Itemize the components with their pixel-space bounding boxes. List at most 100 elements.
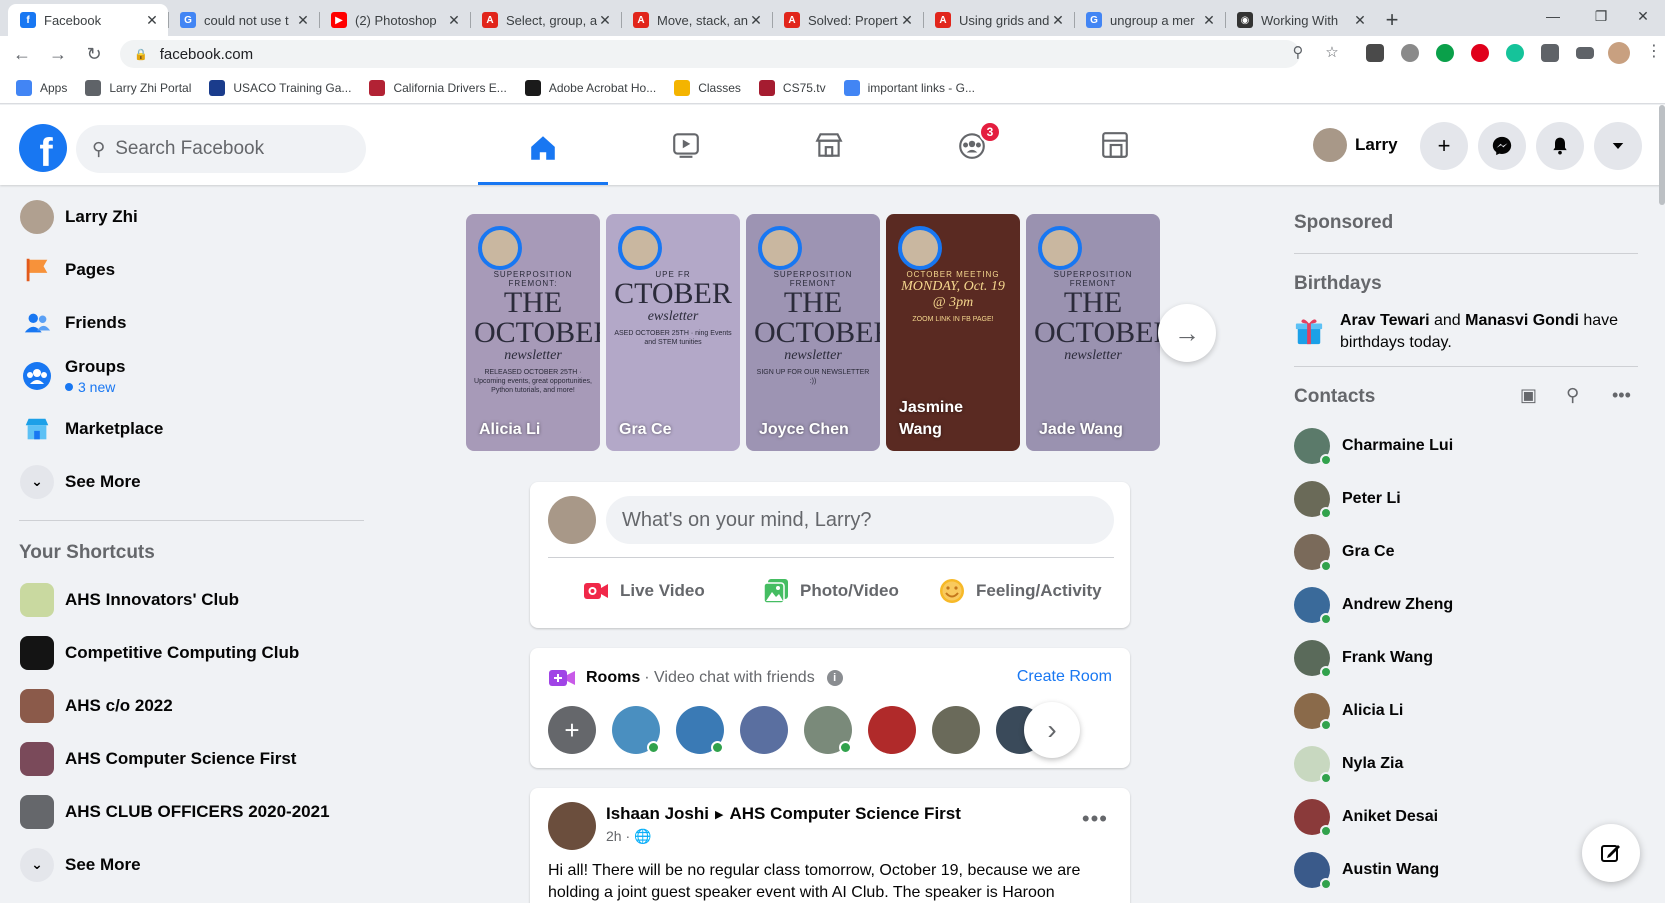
close-tab-icon[interactable]: ✕ xyxy=(1050,12,1066,29)
bookmark-item[interactable]: important links - G... xyxy=(843,79,975,96)
bookmark-item[interactable]: Larry Zhi Portal xyxy=(85,79,191,96)
sidebar-item-friends[interactable]: Friends xyxy=(0,296,380,349)
zoom-icon[interactable]: ⚲ xyxy=(1288,42,1308,62)
shortcut-item[interactable]: AHS Computer Science First xyxy=(0,732,380,785)
sidebar-item-groups[interactable]: Groups 3 new xyxy=(0,349,380,402)
search-input[interactable]: ⚲ Search Facebook xyxy=(76,125,366,173)
room-friend-avatar[interactable] xyxy=(932,706,980,754)
new-tab-button[interactable]: + xyxy=(1376,4,1408,36)
new-message-button[interactable] xyxy=(1582,824,1640,882)
minimize-icon[interactable]: — xyxy=(1530,0,1576,32)
back-icon[interactable]: ← xyxy=(8,40,36,68)
forward-icon[interactable]: → xyxy=(44,40,72,68)
shortcuts-see-more-button[interactable]: ⌄ See More xyxy=(0,838,380,891)
room-friend-avatar[interactable] xyxy=(868,706,916,754)
create-button[interactable]: + xyxy=(1420,122,1468,170)
tab-home[interactable] xyxy=(478,113,608,185)
page-scrollbar[interactable] xyxy=(1659,105,1665,205)
browser-menu-icon[interactable]: ⋮ xyxy=(1646,44,1662,60)
more-options-icon[interactable]: ••• xyxy=(1082,806,1108,832)
contact-item[interactable]: Charmaine Lui xyxy=(1294,419,1644,472)
create-room-plus-button[interactable]: + xyxy=(548,706,596,754)
bookmark-item[interactable]: California Drivers E... xyxy=(369,79,507,96)
sidebar-item-profile[interactable]: Larry Zhi xyxy=(0,190,380,243)
bookmark-item[interactable]: Adobe Acrobat Ho... xyxy=(524,79,656,96)
shortcut-item[interactable]: AHS Innovators' Club xyxy=(0,573,380,626)
search-contacts-icon[interactable]: ⚲ xyxy=(1566,385,1579,406)
room-friend-avatar[interactable] xyxy=(676,706,724,754)
new-room-icon[interactable]: ▣ xyxy=(1520,385,1537,406)
browser-tab[interactable]: A Move, stack, an ✕ xyxy=(621,4,772,36)
bookmark-item[interactable]: CS75.tv xyxy=(758,79,826,96)
extension-opera-icon[interactable] xyxy=(1471,44,1489,62)
story-card[interactable]: SUPERPOSITION FREMONT THE OCTOBER newslett… xyxy=(1026,214,1160,451)
room-friend-avatar[interactable] xyxy=(740,706,788,754)
live-video-button[interactable]: Live Video xyxy=(582,566,705,616)
story-card[interactable]: UPE FR CTOBER ewsletter ASED OCTOBER 25TH ·… xyxy=(606,214,740,451)
contact-item[interactable]: Peter Li xyxy=(1294,472,1644,525)
extension-new-icon[interactable] xyxy=(1366,44,1384,62)
notifications-button[interactable] xyxy=(1536,122,1584,170)
info-icon[interactable]: i xyxy=(826,670,843,686)
close-tab-icon[interactable]: ✕ xyxy=(295,12,311,29)
post-group[interactable]: AHS Computer Science First xyxy=(729,804,960,824)
close-tab-icon[interactable]: ✕ xyxy=(899,12,915,29)
birthday-friend-2[interactable]: Manasvi Gondi xyxy=(1465,312,1579,329)
contact-item[interactable]: Andrew Zheng xyxy=(1294,578,1644,631)
bookmark-star-icon[interactable]: ☆ xyxy=(1322,42,1342,62)
post-author[interactable]: Ishaan Joshi xyxy=(606,804,709,824)
contact-item[interactable]: Alicia Li xyxy=(1294,684,1644,737)
facebook-logo-icon[interactable]: f xyxy=(19,124,67,172)
tab-marketplace[interactable] xyxy=(764,113,894,177)
close-tab-icon[interactable]: ✕ xyxy=(446,12,462,29)
shortcut-item[interactable]: Competitive Computing Club xyxy=(0,626,380,679)
shortcut-item[interactable]: AHS c/o 2022 xyxy=(0,679,380,732)
browser-tab[interactable]: A Select, group, a ✕ xyxy=(470,4,621,36)
stories-next-button[interactable]: → xyxy=(1158,304,1216,362)
sidebar-item-pages[interactable]: Pages xyxy=(0,243,380,296)
browser-tab[interactable]: ▶ (2) Photoshop ✕ xyxy=(319,4,470,36)
sidebar-item-marketplace[interactable]: Marketplace xyxy=(0,402,380,455)
reload-icon[interactable]: ↻ xyxy=(80,40,108,68)
bookmark-item[interactable]: USACO Training Ga... xyxy=(209,79,351,96)
author-avatar[interactable] xyxy=(548,802,596,850)
close-window-icon[interactable]: ✕ xyxy=(1620,0,1665,32)
bookmark-item[interactable]: Classes xyxy=(674,79,741,96)
close-tab-icon[interactable]: ✕ xyxy=(144,12,160,29)
story-card[interactable]: OCTOBER MEETING MONDAY, Oct. 19 @ 3pm ZOOM… xyxy=(886,214,1020,451)
bookmark-item[interactable]: Apps xyxy=(16,79,67,96)
tab-watch[interactable] xyxy=(621,113,751,177)
room-friend-avatar[interactable] xyxy=(804,706,852,754)
see-more-button[interactable]: ⌄ See More xyxy=(0,455,380,508)
messenger-button[interactable] xyxy=(1478,122,1526,170)
browser-profile-avatar[interactable] xyxy=(1608,42,1630,64)
contact-item[interactable]: Nyla Zia xyxy=(1294,737,1644,790)
room-friend-avatar[interactable] xyxy=(612,706,660,754)
media-controls-icon[interactable] xyxy=(1576,47,1594,59)
browser-tab[interactable]: f Facebook ✕ xyxy=(8,4,168,36)
contact-item[interactable]: Frank Wang xyxy=(1294,631,1644,684)
browser-tab[interactable]: A Using grids and ✕ xyxy=(923,4,1074,36)
rooms-next-button[interactable]: › xyxy=(1024,702,1080,758)
feeling-activity-button[interactable]: Feeling/Activity xyxy=(938,566,1102,616)
birthday-friend-1[interactable]: Arav Tewari xyxy=(1340,312,1430,329)
shortcut-item[interactable]: AHS CLUB OFFICERS 2020-2021 xyxy=(0,785,380,838)
story-card[interactable]: SUPERPOSITION FREMONT THE OCTOBER newslett… xyxy=(746,214,880,451)
contacts-options-icon[interactable]: ••• xyxy=(1612,385,1631,406)
browser-tab[interactable]: ◉ Working With ✕ xyxy=(1225,4,1376,36)
tab-groups[interactable]: 3 xyxy=(907,113,1037,177)
post-timestamp[interactable]: 2h · 🌐 xyxy=(606,828,651,845)
browser-tab[interactable]: Gungroup a mer ✕ xyxy=(1074,4,1225,36)
browser-tab[interactable]: A Solved: Propert ✕ xyxy=(772,4,923,36)
tab-gaming[interactable] xyxy=(1050,113,1180,177)
extension-grammarly-icon[interactable] xyxy=(1506,44,1524,62)
profile-chip[interactable]: Larry xyxy=(1313,125,1398,165)
story-card[interactable]: SUPERPOSITION FREMONT: THE OCTOBER newslet… xyxy=(466,214,600,451)
close-tab-icon[interactable]: ✕ xyxy=(748,12,764,29)
account-menu-button[interactable] xyxy=(1594,122,1642,170)
photo-video-button[interactable]: Photo/Video xyxy=(762,566,899,616)
birthday-notice[interactable]: Arav Tewari and Manasvi Gondi have birth… xyxy=(1294,310,1644,354)
close-tab-icon[interactable]: ✕ xyxy=(1201,12,1217,29)
maximize-icon[interactable]: ❐ xyxy=(1578,0,1624,32)
extensions-puzzle-icon[interactable] xyxy=(1541,44,1559,62)
